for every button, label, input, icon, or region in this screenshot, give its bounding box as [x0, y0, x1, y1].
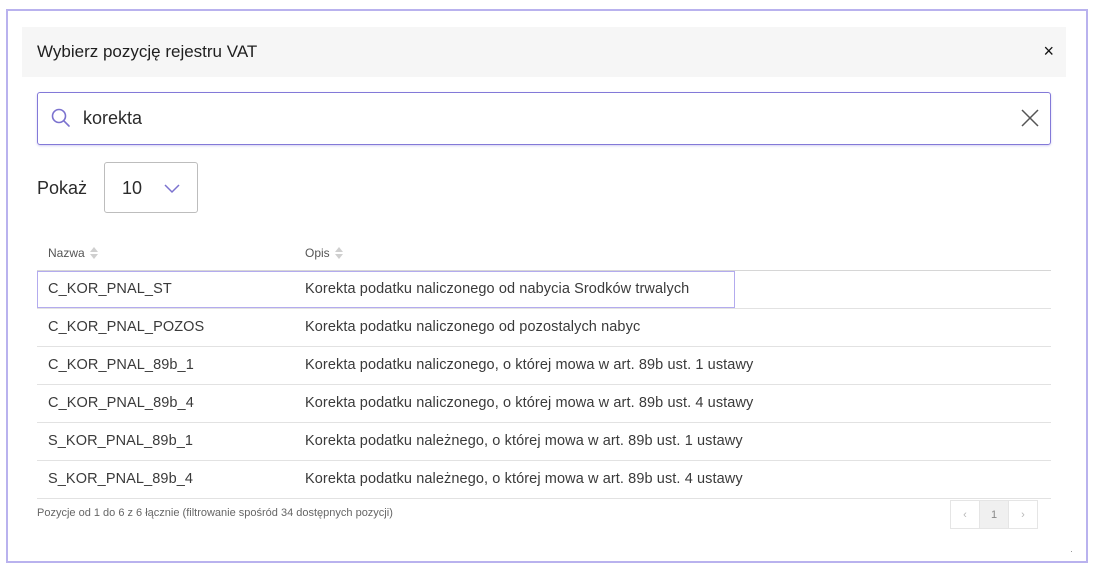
pagination-page-button[interactable]: 1 [979, 500, 1009, 529]
row-description: Korekta podatku naliczonego, o której mo… [305, 395, 754, 411]
column-header-label: Opis [305, 246, 330, 260]
row-name: C_KOR_PNAL_POZOS [48, 319, 205, 335]
pagination-next-button[interactable]: › [1008, 500, 1038, 529]
sort-icon [89, 247, 98, 259]
dialog-title: Wybierz pozycję rejestru VAT [37, 42, 258, 61]
table-row[interactable]: S_KOR_PNAL_89b_4 Korekta podatku należne… [37, 461, 1051, 499]
sort-icon [334, 247, 343, 259]
row-name: C_KOR_PNAL_89b_4 [48, 395, 194, 411]
row-name: S_KOR_PNAL_89b_1 [48, 433, 194, 449]
search-icon [51, 108, 71, 133]
close-icon[interactable]: × [1043, 41, 1054, 61]
row-description: Korekta podatku naliczonego, o której mo… [305, 357, 754, 373]
column-header-description[interactable]: Opis [305, 246, 343, 260]
row-name: C_KOR_PNAL_ST [48, 281, 172, 297]
chevron-down-icon [163, 181, 181, 199]
row-description: Korekta podatku należnego, o której mowa… [305, 471, 743, 487]
page-size-select[interactable]: 10 [104, 162, 198, 213]
table-row[interactable]: S_KOR_PNAL_89b_1 Korekta podatku należne… [37, 423, 1051, 461]
row-description: Korekta podatku naliczonego od pozostaly… [305, 319, 641, 335]
table-row[interactable]: C_KOR_PNAL_ST Korekta podatku naliczoneg… [37, 271, 1051, 309]
vat-register-table: Nazwa Opis C_KOR_PNAL_ST Korekta podatku… [37, 236, 1051, 499]
row-name: C_KOR_PNAL_89b_1 [48, 357, 194, 373]
search-input[interactable] [83, 103, 983, 133]
row-name: S_KOR_PNAL_89b_4 [48, 471, 194, 487]
page-size-label: Pokaż [37, 178, 88, 198]
table-row[interactable]: C_KOR_PNAL_POZOS Korekta podatku naliczo… [37, 309, 1051, 347]
pagination-prev-button[interactable]: ‹ [950, 500, 980, 529]
row-description: Korekta podatku naliczonego od nabycia S… [305, 281, 690, 297]
column-header-label: Nazwa [48, 246, 85, 260]
dialog-header: Wybierz pozycję rejestru VAT × [22, 27, 1066, 77]
column-header-name[interactable]: Nazwa [48, 246, 98, 260]
clear-search-icon[interactable] [1020, 108, 1040, 133]
table-row[interactable]: C_KOR_PNAL_89b_1 Korekta podatku naliczo… [37, 347, 1051, 385]
search-box[interactable] [37, 92, 1051, 145]
page-size-value: 10 [122, 178, 143, 198]
table-info: Pozycje od 1 do 6 z 6 łącznie (filtrowan… [37, 507, 393, 519]
table-header: Nazwa Opis [37, 236, 1051, 271]
resize-handle [1071, 551, 1072, 552]
pagination: ‹ 1 › [950, 500, 1038, 529]
table-row[interactable]: C_KOR_PNAL_89b_4 Korekta podatku naliczo… [37, 385, 1051, 423]
row-description: Korekta podatku należnego, o której mowa… [305, 433, 743, 449]
